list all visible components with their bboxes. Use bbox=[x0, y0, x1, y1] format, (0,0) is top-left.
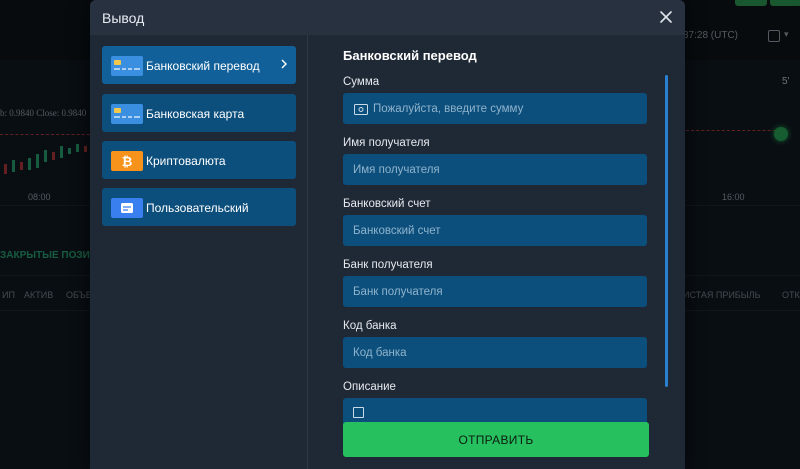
modal-title: Вывод bbox=[102, 10, 145, 26]
method-label: Пользовательский bbox=[146, 201, 249, 215]
chevron-right-icon bbox=[281, 59, 287, 69]
method-label: Криптовалюта bbox=[146, 154, 226, 168]
custom-card-icon bbox=[111, 198, 143, 218]
method-crypto[interactable]: ₿ Криптовалюта bbox=[102, 141, 296, 179]
form-scroll-area[interactable]: Сумма Имя получателя Банковский счет Бан… bbox=[343, 73, 663, 445]
method-label: Банковская карта bbox=[146, 107, 245, 121]
recipient-name-input[interactable] bbox=[343, 154, 647, 185]
method-bank-card[interactable]: Банковская карта bbox=[102, 94, 296, 132]
close-button[interactable] bbox=[657, 8, 675, 26]
payment-methods-list: Банковский перевод Банковская карта ₿ Кр… bbox=[90, 35, 308, 469]
bank-account-label: Банковский счет bbox=[343, 198, 431, 210]
modal-header: Вывод bbox=[90, 0, 685, 35]
method-bank-transfer[interactable]: Банковский перевод bbox=[102, 46, 296, 84]
textarea-icon bbox=[353, 407, 364, 418]
method-label: Банковский перевод bbox=[146, 59, 260, 73]
bank-transfer-card-icon bbox=[111, 56, 143, 76]
form-section-title: Банковский перевод bbox=[343, 48, 477, 63]
description-label: Описание bbox=[343, 381, 396, 393]
withdrawal-form: Банковский перевод Сумма Имя получателя … bbox=[308, 35, 685, 469]
cash-icon bbox=[354, 102, 368, 120]
bitcoin-icon: ₿ bbox=[111, 151, 143, 171]
recipient-bank-label: Банк получателя bbox=[343, 259, 433, 271]
svg-text:₿: ₿ bbox=[122, 155, 133, 170]
bank-code-input[interactable] bbox=[343, 337, 647, 368]
submit-button[interactable]: ОТПРАВИТЬ bbox=[343, 422, 649, 457]
bank-code-label: Код банка bbox=[343, 320, 397, 332]
recipient-bank-input[interactable] bbox=[343, 276, 647, 307]
form-scrollbar[interactable] bbox=[665, 75, 668, 387]
bank-account-input[interactable] bbox=[343, 215, 647, 246]
amount-label: Сумма bbox=[343, 76, 380, 88]
bank-card-icon bbox=[111, 104, 143, 124]
amount-input[interactable] bbox=[343, 93, 647, 124]
withdrawal-modal: Вывод Банковский перевод Банковская карт… bbox=[90, 0, 685, 469]
recipient-name-label: Имя получателя bbox=[343, 137, 430, 149]
close-icon bbox=[660, 11, 672, 23]
method-custom[interactable]: Пользовательский bbox=[102, 188, 296, 226]
